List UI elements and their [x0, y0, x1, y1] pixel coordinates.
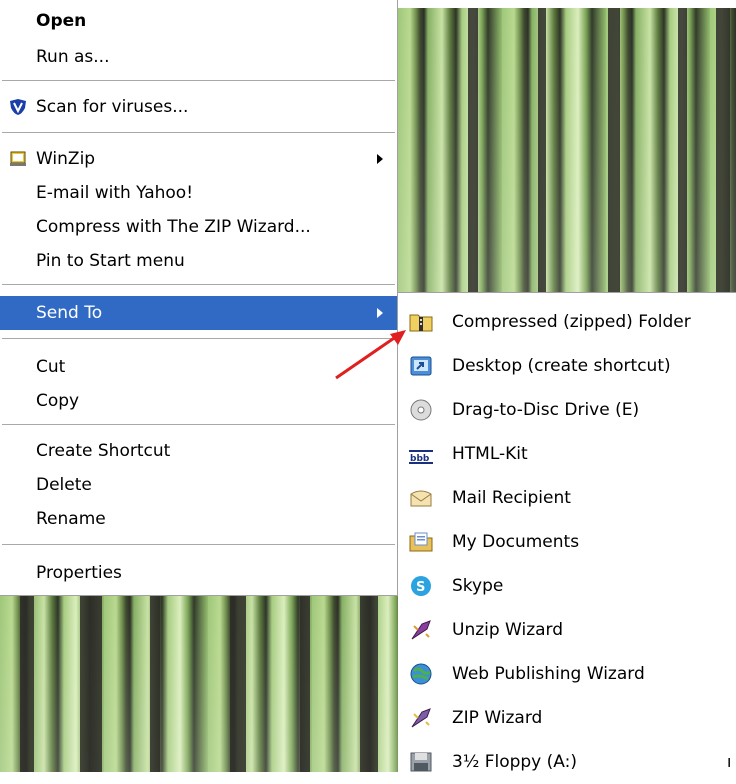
menu-item-label: Send To [36, 303, 103, 323]
menu-item-label: Pin to Start menu [36, 251, 185, 271]
send-to-label: Drag-to-Disc Drive (E) [452, 400, 640, 420]
cd-drive-icon [410, 399, 432, 421]
send-to-label: Compressed (zipped) Folder [452, 312, 691, 332]
submenu-arrow-icon [377, 154, 383, 164]
menu-item-label: Run as... [36, 47, 110, 67]
send-to-compressed-folder[interactable]: Compressed (zipped) Folder [398, 300, 736, 344]
send-to-my-documents[interactable]: My Documents [398, 520, 736, 564]
send-to-web-publishing[interactable]: Web Publishing Wizard [398, 652, 736, 696]
menu-separator [2, 284, 395, 286]
menu-item-label: WinZip [36, 149, 96, 169]
send-to-label: Skype [452, 576, 504, 596]
send-to-skype[interactable]: S Skype [398, 564, 736, 608]
send-to-mail-recipient[interactable]: Mail Recipient [398, 476, 736, 520]
winzip-icon [10, 151, 26, 166]
menu-item-scan-viruses[interactable]: Scan for viruses... [0, 90, 397, 124]
send-to-zip-wizard[interactable]: ZIP Wizard [398, 696, 736, 740]
menu-item-label: Cut [36, 357, 66, 377]
send-to-drag-to-disc[interactable]: Drag-to-Disc Drive (E) [398, 388, 736, 432]
send-to-label: Desktop (create shortcut) [452, 356, 671, 376]
menu-item-properties[interactable]: Properties [0, 556, 397, 590]
menu-separator [2, 80, 395, 82]
menu-item-label: Scan for viruses... [36, 97, 189, 117]
menu-item-compress-zip-wizard[interactable]: Compress with The ZIP Wizard... [0, 210, 397, 244]
menu-item-label: Copy [36, 391, 80, 411]
menu-item-label: Delete [36, 475, 92, 495]
floppy-icon [410, 752, 432, 772]
htmlkit-icon: bbb [409, 450, 433, 464]
menu-item-email-yahoo[interactable]: E-mail with Yahoo! [0, 176, 397, 210]
zip-wizard-icon [411, 708, 431, 728]
send-to-label: ZIP Wizard [452, 708, 543, 728]
send-to-label: HTML-Kit [452, 444, 528, 464]
send-to-unzip-wizard[interactable]: Unzip Wizard [398, 608, 736, 652]
send-to-label: My Documents [452, 532, 580, 552]
submenu-arrow-icon [377, 308, 383, 318]
menu-item-label: Properties [36, 563, 122, 583]
menu-item-run-as[interactable]: Run as... [0, 40, 397, 74]
send-to-label: Web Publishing Wizard [452, 664, 645, 684]
menu-separator [2, 132, 395, 134]
send-to-label: 3½ Floppy (A:) [452, 752, 577, 772]
menu-item-label: Create Shortcut [36, 441, 171, 461]
menu-item-label: E-mail with Yahoo! [36, 183, 194, 203]
menu-item-rename[interactable]: Rename [0, 502, 397, 536]
menu-item-pin-start[interactable]: Pin to Start menu [0, 244, 397, 278]
menu-item-label: Rename [36, 509, 106, 529]
my-documents-icon [409, 532, 433, 552]
send-to-floppy[interactable]: 3½ Floppy (A:) [398, 740, 736, 784]
menu-separator [2, 424, 395, 426]
background-photo-bottom [0, 596, 398, 772]
menu-item-label: Open [36, 11, 87, 31]
send-to-submenu: Compressed (zipped) Folder Desktop (crea… [398, 292, 736, 772]
menu-separator [2, 544, 395, 546]
menu-item-create-shortcut[interactable]: Create Shortcut [0, 434, 397, 468]
menu-item-winzip[interactable]: WinZip [0, 142, 397, 176]
send-to-desktop-shortcut[interactable]: Desktop (create shortcut) [398, 344, 736, 388]
background-photo-top [398, 8, 736, 292]
unzip-wizard-icon [411, 620, 431, 640]
send-to-label: Mail Recipient [452, 488, 571, 508]
context-menu: Open Run as... Scan for viruses... WinZi… [0, 0, 398, 596]
skype-icon: S [411, 576, 431, 596]
send-to-html-kit[interactable]: bbb HTML-Kit [398, 432, 736, 476]
mail-icon [410, 490, 432, 507]
trailing-glyph: ו [727, 752, 732, 771]
menu-item-delete[interactable]: Delete [0, 468, 397, 502]
send-to-label: Unzip Wizard [452, 620, 564, 640]
annotation-arrow-icon [335, 330, 406, 380]
menu-item-open[interactable]: Open [0, 4, 397, 38]
menu-item-label: Compress with The ZIP Wizard... [36, 217, 311, 237]
web-publishing-icon [410, 663, 432, 685]
svg-text:S: S [416, 580, 425, 595]
shield-icon [10, 99, 26, 115]
